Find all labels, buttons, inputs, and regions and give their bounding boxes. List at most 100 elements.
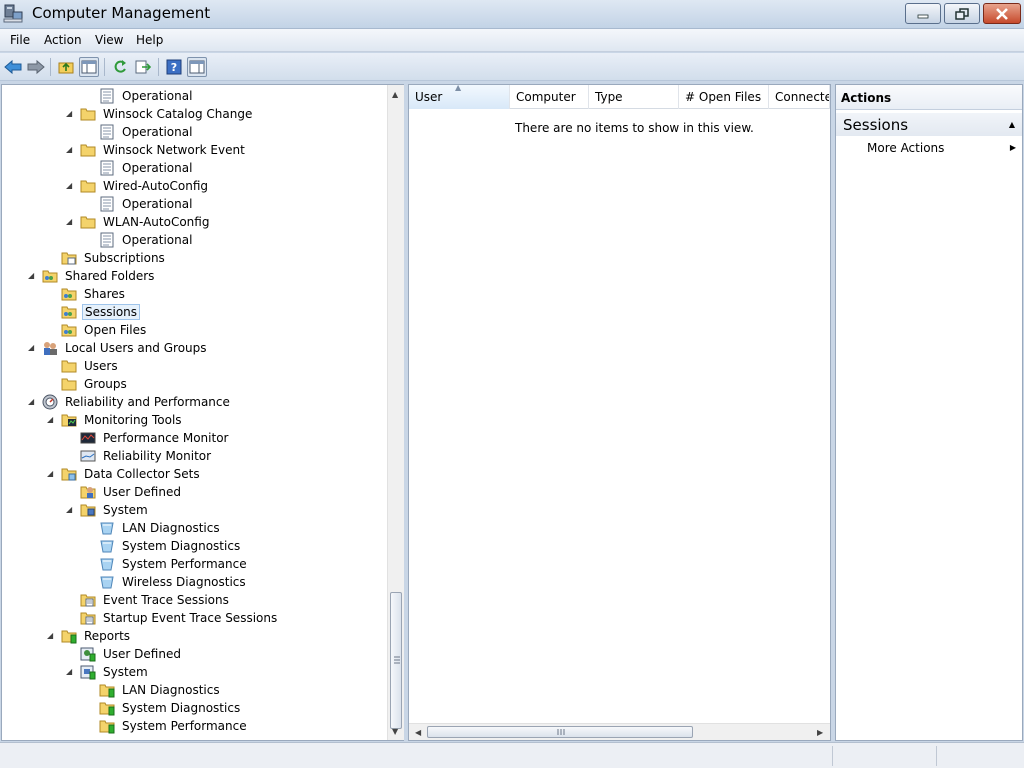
tree-node[interactable]: ◢ Winsock Network Event <box>66 141 247 159</box>
tree-node-label: System <box>103 503 148 517</box>
tree-node[interactable]: Startup Event Trace Sessions <box>80 609 279 627</box>
scroll-up-arrow-icon[interactable]: ▲ <box>392 90 398 99</box>
column-header-computer[interactable]: Computer <box>510 85 589 109</box>
tree-node[interactable]: Groups <box>61 375 129 393</box>
show-hide-console-tree-button[interactable] <box>79 57 99 77</box>
export-list-button[interactable] <box>133 57 153 77</box>
tree-node[interactable]: System Diagnostics <box>99 699 242 717</box>
tree-node[interactable]: Operational <box>99 195 194 213</box>
expand-collapse-icon[interactable]: ◢ <box>47 632 55 640</box>
tree-node-label: Wireless Diagnostics <box>122 575 246 589</box>
tree-node-label: Sessions <box>82 304 141 320</box>
column-header-user[interactable]: ▲ User <box>409 85 510 109</box>
expand-collapse-icon[interactable]: ◢ <box>66 110 74 118</box>
expand-collapse-icon[interactable]: ◢ <box>66 668 74 676</box>
tree-node-label: Winsock Network Event <box>103 143 245 157</box>
reports-folder-icon <box>99 682 115 698</box>
tree-node[interactable]: User Defined <box>80 645 183 663</box>
column-header-connected[interactable]: Connected <box>769 85 830 109</box>
results-list[interactable]: ▲ User Computer Type # Open Files Connec… <box>408 84 831 741</box>
tree-node[interactable]: LAN Diagnostics <box>99 681 222 699</box>
tree-node[interactable]: User Defined <box>80 483 183 501</box>
tree-node[interactable]: ◢ Monitoring Tools <box>47 411 184 429</box>
list-scrollbar-thumb[interactable] <box>427 726 693 738</box>
actions-header: Actions <box>836 85 1022 110</box>
tree-node[interactable]: System Performance <box>99 555 249 573</box>
close-button[interactable] <box>983 3 1021 24</box>
tree-node[interactable]: Performance Monitor <box>80 429 230 447</box>
shared-folders-icon <box>61 322 77 338</box>
scroll-right-arrow-icon[interactable]: ▶ <box>817 728 823 737</box>
tree-node[interactable]: Sessions <box>61 303 141 321</box>
scroll-down-arrow-icon[interactable]: ▼ <box>392 727 398 736</box>
tree-node[interactable]: Operational <box>99 231 194 249</box>
tree-node[interactable]: Operational <box>99 123 194 141</box>
collector-set-icon <box>99 574 115 590</box>
user-defined-icon <box>80 484 96 500</box>
expand-collapse-icon[interactable]: ◢ <box>66 182 74 190</box>
expand-collapse-icon[interactable]: ◢ <box>47 470 55 478</box>
up-one-level-button[interactable] <box>56 57 76 77</box>
restore-button[interactable] <box>944 3 980 24</box>
tree-node[interactable]: ◢ Local Users and Groups <box>28 339 209 357</box>
scroll-left-arrow-icon[interactable]: ◀ <box>415 728 421 737</box>
expand-collapse-icon[interactable]: ◢ <box>66 506 74 514</box>
folder-icon <box>61 376 77 392</box>
tree-node[interactable]: System Performance <box>99 717 249 735</box>
tree-node[interactable]: ◢ Shared Folders <box>28 267 156 285</box>
expand-collapse-icon[interactable]: ◢ <box>47 416 55 424</box>
report-user-icon <box>80 646 96 662</box>
tree-node[interactable]: System Diagnostics <box>99 537 242 555</box>
tree-node[interactable]: Open Files <box>61 321 148 339</box>
expand-collapse-icon[interactable]: ◢ <box>28 398 36 406</box>
menu-help[interactable]: Help <box>136 33 163 47</box>
users-groups-icon <box>42 340 58 356</box>
column-header-type[interactable]: Type <box>589 85 679 109</box>
collector-set-icon <box>99 520 115 536</box>
grip-icon <box>394 656 400 664</box>
tree-node[interactable]: Wireless Diagnostics <box>99 573 248 591</box>
tree-node[interactable]: Shares <box>61 285 127 303</box>
expand-collapse-icon[interactable]: ◢ <box>28 272 36 280</box>
tree-node[interactable]: ◢ WLAN-AutoConfig <box>66 213 211 231</box>
expand-collapse-icon[interactable]: ◢ <box>28 344 36 352</box>
tree-node[interactable]: ◢ Reports <box>47 627 132 645</box>
tree-node[interactable]: ◢ Winsock Catalog Change <box>66 105 254 123</box>
submenu-arrow-icon: ▶ <box>1009 143 1016 152</box>
tree-node[interactable]: ◢ System <box>66 501 150 519</box>
help-button[interactable]: ? <box>164 57 184 77</box>
show-hide-action-pane-button[interactable] <box>187 57 207 77</box>
column-header-open-files[interactable]: # Open Files <box>679 85 769 109</box>
menu-view[interactable]: View <box>95 33 123 47</box>
tree-node[interactable]: Subscriptions <box>61 249 167 267</box>
tree-node[interactable]: ◢ Wired-AutoConfig <box>66 177 210 195</box>
column-label: User <box>415 90 443 104</box>
menu-file[interactable]: File <box>10 33 30 47</box>
tree-node[interactable]: Reliability Monitor <box>80 447 213 465</box>
menu-action[interactable]: Action <box>44 33 82 47</box>
tree-node[interactable]: ◢ System <box>66 663 150 681</box>
back-button[interactable] <box>3 57 23 77</box>
refresh-button[interactable] <box>110 57 130 77</box>
tree-node[interactable]: Operational <box>99 87 194 105</box>
actions-section-sessions[interactable]: Sessions ▲ <box>836 113 1022 136</box>
console-tree[interactable]: Operational ◢ Winsock Catalog Change Operat… <box>1 84 404 741</box>
tree-node[interactable]: ◢ Data Collector Sets <box>47 465 202 483</box>
tree-node[interactable]: Event Trace Sessions <box>80 591 231 609</box>
expand-collapse-icon[interactable]: ◢ <box>66 218 74 226</box>
tree-vertical-scrollbar[interactable]: ▲ ▼ <box>387 85 404 740</box>
tree-node[interactable]: LAN Diagnostics <box>99 519 222 537</box>
forward-button[interactable] <box>26 57 46 77</box>
collapse-arrow-icon[interactable]: ▲ <box>1009 120 1015 129</box>
tree-node-label: Startup Event Trace Sessions <box>103 611 278 625</box>
tree-node[interactable]: Operational <box>99 159 194 177</box>
list-horizontal-scrollbar[interactable]: ◀ ▶ <box>409 723 830 740</box>
minimize-button[interactable] <box>905 3 941 24</box>
trace-folder-icon <box>80 610 96 626</box>
more-actions-item[interactable]: More Actions <box>867 141 944 155</box>
tree-scrollbar-thumb[interactable] <box>390 592 402 729</box>
tree-node-label: System Performance <box>122 719 247 733</box>
tree-node[interactable]: ◢ Reliability and Performance <box>28 393 232 411</box>
expand-collapse-icon[interactable]: ◢ <box>66 146 74 154</box>
tree-node[interactable]: Users <box>61 357 120 375</box>
